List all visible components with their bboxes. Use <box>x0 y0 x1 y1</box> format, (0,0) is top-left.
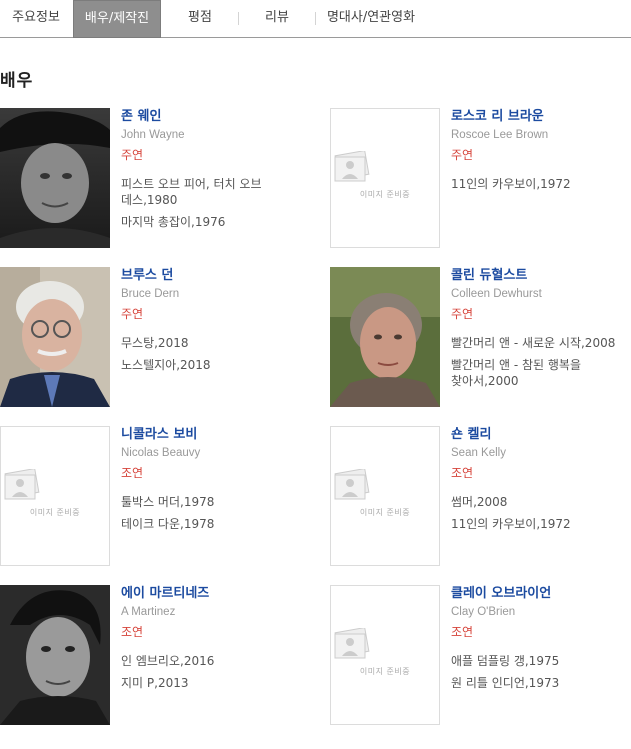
actor-card: 에이 마르티네즈 A Martinez 조연 인 엠브리오,2016 지미 P,… <box>0 585 300 725</box>
image-placeholder-icon <box>334 151 370 182</box>
actor-name[interactable]: 숀 켈리 <box>451 426 631 443</box>
actor-photo-placeholder[interactable]: 이미지 준비중 <box>330 108 440 248</box>
actor-name-en: Roscoe Lee Brown <box>451 129 549 141</box>
actor-card: 브루스 던 Bruce Dern 주연 무스탕,2018 노스텔지아,2018 <box>0 267 300 407</box>
tab-ratings[interactable]: 평점 <box>162 0 238 38</box>
actor-role: 조연 <box>451 625 474 639</box>
filmography-item[interactable]: 피스트 오브 피어, 터치 오브 데스,1980 <box>121 176 301 208</box>
actor-card: 이미지 준비중 로스코 리 브라운 Roscoe Lee Brown 주연 11… <box>330 108 630 248</box>
actor-role: 주연 <box>451 307 474 321</box>
actor-photo-placeholder[interactable]: 이미지 준비중 <box>0 426 110 566</box>
actor-role: 조연 <box>121 466 144 480</box>
filmography-item[interactable]: 테이크 다운,1978 <box>121 516 301 532</box>
actor-name-en: A Martinez <box>121 606 176 618</box>
actor-card: 존 웨인 John Wayne 주연 피스트 오브 피어, 터치 오브 데스,1… <box>0 108 300 248</box>
tab-cast-crew[interactable]: 배우/제작진 <box>73 0 161 38</box>
actor-name-en: Nicolas Beauvy <box>121 447 201 459</box>
actor-photo[interactable] <box>0 108 110 248</box>
placeholder-text: 이미지 준비중 <box>29 508 81 517</box>
image-placeholder-icon <box>334 628 370 659</box>
placeholder-text: 이미지 준비중 <box>359 190 411 199</box>
filmography-item[interactable]: 지미 P,2013 <box>121 675 301 691</box>
actor-role: 조연 <box>451 466 474 480</box>
filmography-item[interactable]: 썸머,2008 <box>451 494 631 510</box>
actor-name[interactable]: 로스코 리 브라운 <box>451 108 631 125</box>
actor-role: 주연 <box>121 148 144 162</box>
actor-role: 조연 <box>121 625 144 639</box>
actor-role: 주연 <box>121 307 144 321</box>
image-placeholder-icon <box>334 469 370 500</box>
actor-name-en: Sean Kelly <box>451 447 506 459</box>
filmography-item[interactable]: 애플 덤플링 갱,1975 <box>451 653 631 669</box>
filmography-item[interactable]: 노스텔지아,2018 <box>121 357 301 373</box>
actor-name[interactable]: 니콜라스 보비 <box>121 426 301 443</box>
tab-quotes-related[interactable]: 명대사/연관영화 <box>316 0 426 38</box>
actor-name[interactable]: 에이 마르티네즈 <box>121 585 301 602</box>
placeholder-text: 이미지 준비중 <box>359 667 411 676</box>
actor-photo[interactable] <box>0 585 110 725</box>
filmography-item[interactable]: 빨간머리 앤 - 새로운 시작,2008 <box>451 335 631 351</box>
filmography-item[interactable]: 원 리틀 인디언,1973 <box>451 675 631 691</box>
actor-name[interactable]: 존 웨인 <box>121 108 301 125</box>
filmography-item[interactable]: 툴박스 머더,1978 <box>121 494 301 510</box>
filmography-item[interactable]: 11인의 카우보이,1972 <box>451 516 631 532</box>
actor-name[interactable]: 클레이 오브라이언 <box>451 585 631 602</box>
actor-role: 주연 <box>451 148 474 162</box>
actor-name[interactable]: 브루스 던 <box>121 267 301 284</box>
actor-name-en: Colleen Dewhurst <box>451 288 542 300</box>
filmography-item[interactable]: 빨간머리 앤 - 참된 행복을 찾아서,2000 <box>451 357 631 389</box>
actor-photo[interactable] <box>330 267 440 407</box>
placeholder-text: 이미지 준비중 <box>359 508 411 517</box>
actor-name-en: John Wayne <box>121 129 185 141</box>
actor-name-en: Bruce Dern <box>121 288 180 300</box>
actor-name[interactable]: 콜린 듀혈스트 <box>451 267 631 284</box>
filmography-item[interactable]: 11인의 카우보이,1972 <box>451 176 631 192</box>
actor-card: 이미지 준비중 숀 켈리 Sean Kelly 조연 썸머,2008 11인의 … <box>330 426 630 566</box>
filmography-item[interactable]: 마지막 총잡이,1976 <box>121 214 301 230</box>
section-title: 배우 <box>0 71 34 91</box>
tab-bar: 주요정보 배우/제작진 평점 리뷰 명대사/연관영화 <box>0 0 631 38</box>
image-placeholder-icon <box>4 469 40 500</box>
filmography-item[interactable]: 인 엠브리오,2016 <box>121 653 301 669</box>
tab-reviews[interactable]: 리뷰 <box>239 0 315 38</box>
actor-card: 이미지 준비중 니콜라스 보비 Nicolas Beauvy 조연 툴박스 머더… <box>0 426 300 566</box>
tab-main-info[interactable]: 주요정보 <box>0 0 72 38</box>
filmography-item[interactable]: 무스탕,2018 <box>121 335 301 351</box>
actor-name-en: Clay O'Brien <box>451 606 516 618</box>
actor-photo-placeholder[interactable]: 이미지 준비중 <box>330 585 440 725</box>
actor-photo[interactable] <box>0 267 110 407</box>
actor-card: 이미지 준비중 클레이 오브라이언 Clay O'Brien 조연 애플 덤플링… <box>330 585 630 725</box>
actor-card: 콜린 듀혈스트 Colleen Dewhurst 주연 빨간머리 앤 - 새로운… <box>330 267 630 407</box>
actor-photo-placeholder[interactable]: 이미지 준비중 <box>330 426 440 566</box>
